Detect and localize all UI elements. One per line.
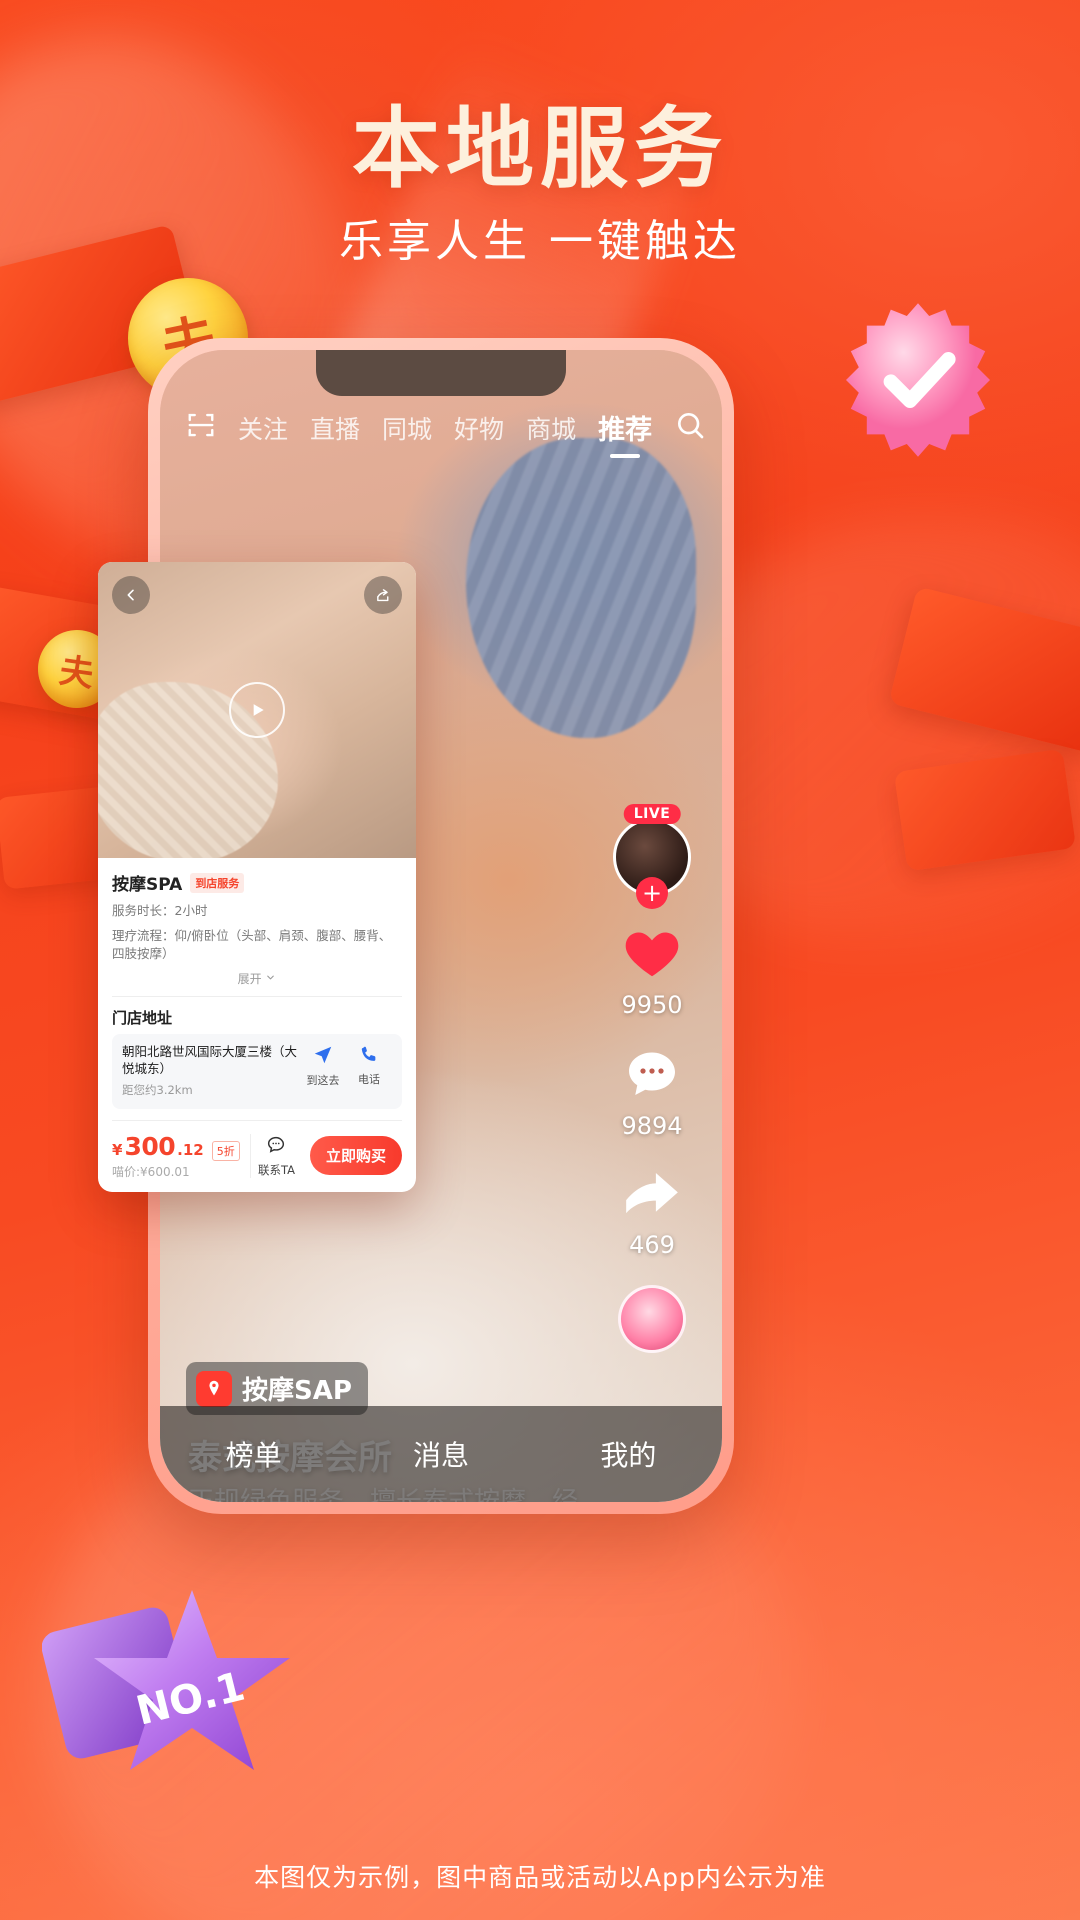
live-badge: LIVE <box>623 804 681 824</box>
contact-seller-button[interactable]: 联系TA <box>249 1133 302 1178</box>
product-tag-icon <box>196 1370 232 1407</box>
tab-guanzhu[interactable]: 关注 <box>238 410 288 446</box>
author-avatar-block[interactable]: LIVE + <box>613 804 691 909</box>
check-seal-icon <box>846 303 990 457</box>
address-text-group: 朝阳北路世风国际大厦三楼（大悦城东） 距您约3.2km <box>122 1044 300 1098</box>
navigate-label: 到这去 <box>306 1074 340 1088</box>
price-group: ¥ 300 .12 5折 喵价:¥600.01 <box>112 1132 242 1180</box>
share-arrow-icon[interactable] <box>621 1166 683 1224</box>
no1-star-decor: NO.1 <box>41 1560 342 1810</box>
tab-tuijian[interactable]: 推荐 <box>598 408 652 447</box>
follow-button[interactable]: + <box>636 877 668 909</box>
check-seal-decor <box>838 300 998 460</box>
search-icon[interactable] <box>674 409 706 447</box>
address-section-title: 门店地址 <box>112 1009 173 1028</box>
page-title: 本地服务 <box>351 97 728 200</box>
original-price: 喵价:¥600.01 <box>112 1164 190 1179</box>
play-icon[interactable] <box>229 682 285 738</box>
tab-shangcheng[interactable]: 商城 <box>526 410 576 446</box>
buy-now-button[interactable]: 立即购买 <box>309 1136 402 1176</box>
navigate-action[interactable]: 到这去 <box>300 1044 346 1088</box>
music-disc-avatar[interactable] <box>618 1285 686 1353</box>
footer-disclaimer: 本图仅为示例，图中商品或活动以App内公示为准 <box>254 1863 826 1892</box>
tab-zhibo[interactable]: 直播 <box>310 410 360 446</box>
call-action[interactable]: 电话 <box>346 1044 392 1087</box>
tab-tongcheng[interactable]: 同城 <box>382 410 432 446</box>
app-tab-bar: 关注 直播 同城 好物 商城 推荐 <box>160 408 722 447</box>
chevron-down-icon <box>267 975 275 980</box>
store-address: 朝阳北路世风国际大厦三楼（大悦城东） <box>122 1044 298 1076</box>
service-video-thumbnail[interactable] <box>98 562 416 858</box>
share-button[interactable]: 469 <box>621 1166 683 1259</box>
price-cents: .12 <box>177 1140 204 1159</box>
service-duration: 服务时长：2小时 <box>112 903 208 918</box>
nav-item-xiaoxi[interactable]: 消息 <box>413 1434 469 1474</box>
expand-toggle[interactable]: 展开 <box>98 963 416 996</box>
phone-icon <box>361 1047 375 1062</box>
price-currency-symbol: ¥ <box>112 1140 123 1159</box>
music-avatar[interactable] <box>618 1285 686 1353</box>
navigation-arrow-icon <box>314 1047 332 1064</box>
comment-count: 9894 <box>621 1112 683 1140</box>
service-process: 理疗流程：仰/俯卧位（头部、肩颈、腹部、腰背、四肢按摩） <box>112 928 392 962</box>
bottom-navigation: 榜单 消息 我的 <box>160 1406 722 1502</box>
store-distance: 距您约3.2km <box>122 1082 193 1097</box>
phone-notch <box>316 350 566 396</box>
page-subtitle: 乐享人生 一键触达 <box>339 216 741 267</box>
discount-badge: 5折 <box>211 1140 240 1161</box>
back-chevron-icon[interactable] <box>112 576 150 614</box>
scan-icon[interactable] <box>186 410 216 446</box>
comment-button[interactable]: 9894 <box>621 1045 683 1140</box>
interaction-rail: LIVE + 9950 9894 469 <box>604 804 700 1353</box>
product-tag-label: 按摩SAP <box>242 1376 352 1406</box>
service-info-body: 按摩SPA 到店服务 服务时长：2小时 理疗流程：仰/俯卧位（头部、肩颈、腹部、… <box>98 858 416 963</box>
nav-item-bangdan[interactable]: 榜单 <box>226 1434 282 1474</box>
price-action-row: ¥ 300 .12 5折 喵价:¥600.01 联系TA 立即购买 <box>98 1121 416 1192</box>
like-button[interactable]: 9950 <box>621 922 683 1019</box>
price-integer: 300 <box>124 1131 176 1161</box>
chat-bubble-icon <box>268 1136 285 1153</box>
tab-haowu[interactable]: 好物 <box>454 410 504 446</box>
call-label: 电话 <box>358 1073 380 1087</box>
heart-icon[interactable] <box>621 922 683 984</box>
service-title: 按摩SPA <box>112 875 183 895</box>
comment-icon[interactable] <box>622 1045 682 1105</box>
like-count: 9950 <box>621 991 683 1019</box>
nav-item-wode[interactable]: 我的 <box>600 1434 656 1474</box>
expand-label: 展开 <box>237 972 262 987</box>
service-detail-card: 按摩SPA 到店服务 服务时长：2小时 理疗流程：仰/俯卧位（头部、肩颈、腹部、… <box>98 562 416 1192</box>
current-price: ¥ 300 .12 5折 <box>112 1132 242 1161</box>
share-icon[interactable] <box>364 576 402 614</box>
service-title-row: 按摩SPA 到店服务 <box>112 870 402 895</box>
contact-label: 联系TA <box>257 1162 295 1177</box>
service-badge: 到店服务 <box>190 872 245 893</box>
share-count: 469 <box>629 1231 675 1259</box>
star-badge-icon: NO.1 <box>41 1590 290 1770</box>
store-address-block[interactable]: 朝阳北路世风国际大厦三楼（大悦城东） 距您约3.2km 到这去 电话 <box>112 1034 402 1109</box>
